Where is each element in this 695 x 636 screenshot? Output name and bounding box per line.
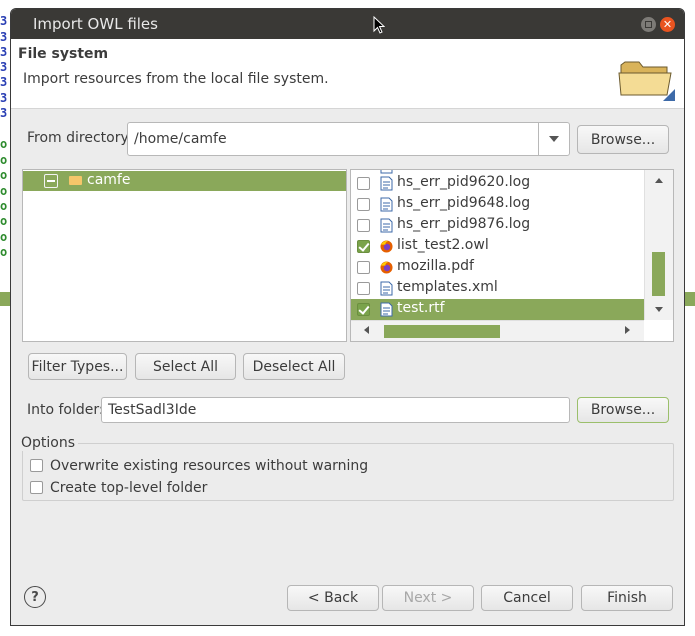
file-name: test.rtf <box>397 300 445 316</box>
help-icon: ? <box>31 589 39 605</box>
scroll-down-icon[interactable] <box>655 307 663 312</box>
marker: o <box>0 184 8 198</box>
line-number: 3 <box>0 60 8 74</box>
line-number: 3 <box>0 14 8 28</box>
file-checkbox[interactable] <box>357 282 370 295</box>
firefox-icon <box>380 240 393 253</box>
file-checkbox[interactable] <box>357 219 370 232</box>
vertical-scrollbar[interactable] <box>644 170 673 320</box>
line-number: 3 <box>0 75 8 89</box>
mouse-cursor-icon <box>373 16 385 34</box>
background-highlight <box>684 292 695 306</box>
marker: o <box>0 168 8 182</box>
deselect-all-button[interactable]: Deselect All <box>243 353 345 380</box>
tree-item-camfe[interactable]: camfe <box>23 171 346 191</box>
finish-button[interactable]: Finish <box>581 585 673 611</box>
from-directory-combo[interactable]: /home/camfe <box>127 122 570 156</box>
close-button[interactable]: ✕ <box>660 17 675 32</box>
close-icon: ✕ <box>662 18 673 31</box>
top-level-folder-checkbox[interactable] <box>30 481 43 494</box>
marker: o <box>0 199 8 213</box>
top-level-folder-label[interactable]: Create top-level folder <box>50 480 207 496</box>
file-name: hs_err_pid9876.log <box>397 216 531 232</box>
overwrite-checkbox[interactable] <box>30 459 43 472</box>
scroll-right-icon[interactable] <box>625 326 630 334</box>
list-item[interactable]: templates.xml <box>351 278 644 299</box>
browse-folder-button[interactable]: Browse... <box>577 397 669 423</box>
marker: o <box>0 137 8 151</box>
from-directory-label: From directory: <box>27 130 133 146</box>
folder-icon <box>618 61 675 101</box>
text-file-icon <box>380 176 393 191</box>
text-file-icon <box>380 218 393 233</box>
text-file-icon <box>380 281 393 296</box>
page-title: File system <box>18 46 109 62</box>
file-checkbox[interactable] <box>357 240 370 253</box>
line-number: 3 <box>0 91 8 105</box>
into-folder-value: TestSadl3Ide <box>108 402 197 418</box>
scroll-left-icon[interactable] <box>364 326 369 334</box>
horizontal-scroll-thumb[interactable] <box>384 325 500 338</box>
file-name: hs_err_pid9620.log <box>397 174 531 190</box>
line-number: 3 <box>0 45 8 59</box>
restore-button[interactable] <box>641 17 656 32</box>
page-description: Import resources from the local file sys… <box>23 71 329 87</box>
folder-tree[interactable]: camfe <box>22 169 347 342</box>
folder-icon <box>69 176 82 185</box>
file-list[interactable]: hs_err_pid9620.log hs_err_pid9648.log hs… <box>350 169 674 342</box>
list-item[interactable]: hs_err_pid9876.log <box>351 215 644 236</box>
list-item[interactable]: list_test2.owl <box>351 236 644 257</box>
overwrite-label[interactable]: Overwrite existing resources without war… <box>50 458 368 474</box>
cancel-button[interactable]: Cancel <box>481 585 573 611</box>
file-name: hs_err_pid9648.log <box>397 195 531 211</box>
list-item[interactable]: hs_err_pid9620.log <box>351 173 644 194</box>
line-number: 3 <box>0 30 8 44</box>
partial-checkbox[interactable] <box>44 174 58 188</box>
title-bar[interactable]: Import OWL files ✕ <box>11 9 684 39</box>
from-directory-value: /home/camfe <box>134 131 227 147</box>
file-name: list_test2.owl <box>397 237 489 253</box>
tree-item-label: camfe <box>87 172 131 188</box>
browse-directory-button[interactable]: Browse... <box>577 125 669 154</box>
text-file-icon <box>380 302 393 317</box>
list-item[interactable]: hs_err_pid9648.log <box>351 194 644 215</box>
marker: o <box>0 230 8 244</box>
scroll-up-icon[interactable] <box>655 178 663 183</box>
options-heading: Options <box>21 435 79 451</box>
firefox-icon <box>380 261 393 274</box>
back-button[interactable]: < Back <box>287 585 379 611</box>
vertical-scroll-thumb[interactable] <box>652 252 665 296</box>
file-name: templates.xml <box>397 279 498 295</box>
text-file-icon <box>380 197 393 212</box>
marker: o <box>0 245 8 259</box>
help-button[interactable]: ? <box>24 586 46 608</box>
file-name: mozilla.pdf <box>397 258 474 274</box>
window-title: Import OWL files <box>33 15 158 33</box>
wizard-header: File system Import resources from the lo… <box>11 39 684 109</box>
import-dialog: Import OWL files ✕ File system Import re… <box>10 8 685 626</box>
file-checkbox[interactable] <box>357 261 370 274</box>
marker: o <box>0 153 8 167</box>
marker: o <box>0 214 8 228</box>
select-all-button[interactable]: Select All <box>135 353 236 380</box>
chevron-down-icon <box>549 136 559 142</box>
combo-dropdown-button[interactable] <box>538 122 569 156</box>
line-number: 3 <box>0 106 8 120</box>
into-folder-input[interactable]: TestSadl3Ide <box>101 397 570 423</box>
file-checkbox[interactable] <box>357 303 370 316</box>
file-checkbox[interactable] <box>357 198 370 211</box>
filter-types-button[interactable]: Filter Types... <box>28 353 127 380</box>
file-checkbox[interactable] <box>357 177 370 190</box>
next-button[interactable]: Next > <box>382 585 474 611</box>
list-item[interactable]: mozilla.pdf <box>351 257 644 278</box>
into-folder-label: Into folder: <box>27 402 104 418</box>
list-item-selected[interactable]: test.rtf <box>351 299 644 320</box>
